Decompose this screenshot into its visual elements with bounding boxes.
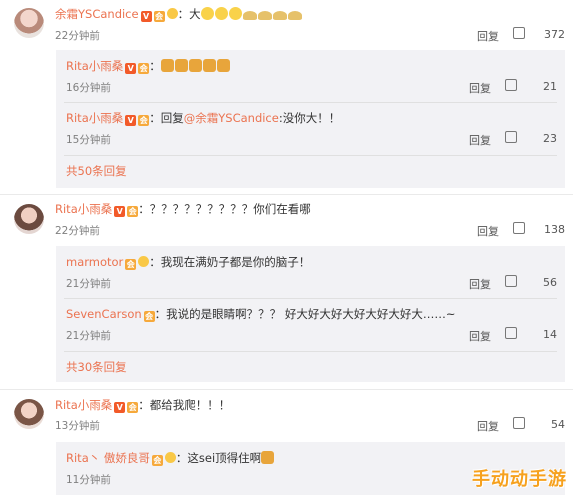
cry-emoji-icon [216, 59, 230, 72]
reply-button[interactable]: 回复 [469, 276, 491, 292]
vip-icon: 会 [138, 115, 150, 126]
doge-emoji-icon [272, 11, 287, 20]
more-replies-link[interactable]: 共50条回复 [66, 163, 127, 179]
like-icon[interactable] [505, 327, 517, 339]
like-count: 56 [543, 276, 557, 289]
watermark: 手动动手游 [472, 469, 567, 490]
divider [64, 298, 557, 299]
verified-icon: V [125, 115, 137, 126]
comment-line: 余霜YSCandice V 会 ：大 [55, 6, 303, 22]
reply-button[interactable]: 回复 [469, 328, 491, 344]
doge-emoji-icon [242, 11, 257, 20]
vip-icon: 会 [143, 311, 155, 322]
like-count: 23 [543, 132, 557, 145]
username-link[interactable]: 余霜YSCandice [55, 7, 139, 21]
verified-icon: V [125, 63, 137, 74]
reply-line: marmotor 会 ：我现在满奶子都是你的脑子！ [66, 254, 310, 270]
reply-text: ：这sei顶得住啊 [175, 451, 262, 465]
timestamp: 22分钟前 [55, 225, 100, 237]
like-count: 54 [551, 418, 565, 431]
username-link[interactable]: marmotor [66, 255, 123, 269]
avatar[interactable] [14, 399, 44, 429]
username-link[interactable]: Rita丶 傲娇良哥 [66, 451, 150, 465]
reply-button[interactable]: 回复 [469, 80, 491, 96]
vip-icon: 会 [127, 402, 139, 413]
username-link[interactable]: Rita小雨桑 [66, 111, 123, 125]
timestamp: 11分钟前 [66, 474, 111, 486]
verified-icon: V [114, 206, 126, 217]
username-link[interactable]: Rita小雨桑 [55, 202, 112, 216]
username-link[interactable]: Rita小雨桑 [55, 398, 112, 412]
reply-text: ：回复 [149, 111, 184, 125]
divider [64, 102, 557, 103]
like-icon[interactable] [505, 131, 517, 143]
reply-line: Rita小雨桑 V 会： [66, 58, 231, 74]
mention-link[interactable]: @余霜YSCandice [184, 111, 279, 125]
like-icon[interactable] [513, 417, 525, 429]
username-link[interactable]: Rita小雨桑 [66, 59, 123, 73]
reply-line: Rita小雨桑 V 会：回复@余霜YSCandice:没你大！！ [66, 110, 340, 126]
reply-line: SevenCarson 会：我说的是眼睛啊？？？ 好大好大好大好大好大好大……~ [66, 306, 455, 322]
timestamp: 22分钟前 [55, 30, 100, 42]
vip-icon: 会 [127, 206, 139, 217]
comment-text: ：？？？？？？？？？你们在看哪 [138, 202, 311, 216]
timestamp: 13分钟前 [55, 420, 100, 432]
reply-button[interactable]: 回复 [477, 28, 499, 44]
comment-text: ：都给我爬！！！ [138, 398, 231, 412]
reply-text-tail: :没你大！！ [278, 111, 341, 125]
timestamp: 15分钟前 [66, 134, 111, 146]
vip-icon: 会 [138, 63, 150, 74]
reply-button[interactable]: 回复 [477, 223, 499, 239]
timestamp: 21分钟前 [66, 330, 111, 342]
divider [64, 351, 557, 352]
smile-emoji-icon [228, 7, 242, 20]
cry-emoji-icon [202, 59, 216, 72]
comment-text: ：大 [177, 7, 201, 21]
more-replies-link[interactable]: 共30条回复 [66, 359, 127, 375]
like-count: 14 [543, 328, 557, 341]
vip-icon: 会 [153, 11, 165, 22]
divider [64, 155, 557, 156]
reply-line: Rita丶 傲娇良哥会 ：这sei顶得住啊 [66, 450, 275, 466]
crown-icon [164, 452, 176, 463]
avatar[interactable] [14, 8, 44, 38]
timestamp: 16分钟前 [66, 82, 111, 94]
reply-text: ： [149, 59, 161, 73]
smile-emoji-icon [200, 7, 214, 20]
emoji-icon [261, 451, 275, 464]
verified-icon: V [114, 402, 126, 413]
avatar[interactable] [14, 204, 44, 234]
comment-line: Rita小雨桑 V 会：？？？？？？？？？你们在看哪 [55, 201, 311, 217]
divider [0, 194, 573, 195]
reply-button[interactable]: 回复 [469, 132, 491, 148]
cry-emoji-icon [174, 59, 188, 72]
timestamp: 21分钟前 [66, 278, 111, 290]
doge-emoji-icon [257, 11, 272, 20]
cry-emoji-icon [188, 59, 202, 72]
crown-icon [138, 256, 150, 267]
vip-icon: 会 [151, 455, 163, 466]
reply-button[interactable]: 回复 [477, 418, 499, 434]
doge-emoji-icon [287, 11, 302, 20]
smile-emoji-icon [214, 7, 228, 20]
reply-text: ：我现在满奶子都是你的脑子！ [149, 255, 311, 269]
like-icon[interactable] [505, 275, 517, 287]
like-icon[interactable] [513, 222, 525, 234]
username-link[interactable]: SevenCarson [66, 307, 142, 321]
reply-text: ：我说的是眼睛啊？？？ 好大好大好大好大好大好大……~ [154, 307, 456, 321]
comment-line: Rita小雨桑 V 会：都给我爬！！！ [55, 397, 230, 413]
divider [0, 389, 573, 390]
crown-icon [166, 8, 178, 19]
like-count: 138 [544, 223, 565, 236]
like-count: 21 [543, 80, 557, 93]
like-icon[interactable] [513, 27, 525, 39]
verified-icon: V [140, 11, 152, 22]
like-count: 372 [544, 28, 565, 41]
cry-emoji-icon [160, 59, 174, 72]
vip-icon: 会 [125, 259, 137, 270]
like-icon[interactable] [505, 79, 517, 91]
